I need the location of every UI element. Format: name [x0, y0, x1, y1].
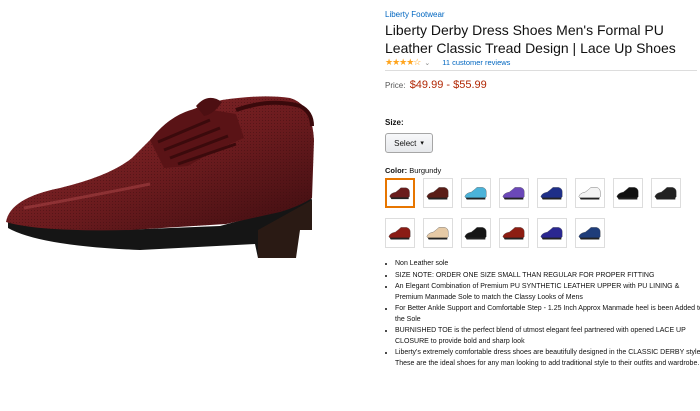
color-label: Color:: [385, 166, 408, 175]
color-swatch[interactable]: [423, 218, 453, 248]
shoe-thumbnail-icon: [389, 187, 410, 200]
shoe-thumbnail-icon: [464, 227, 487, 240]
shoe-thumbnail-icon: [502, 187, 525, 200]
shoe-thumbnail-icon: [654, 187, 677, 200]
color-swatch[interactable]: [499, 218, 529, 248]
shoe-thumbnail-icon: [540, 187, 563, 200]
color-swatch[interactable]: [499, 178, 529, 208]
color-swatch[interactable]: [613, 178, 643, 208]
price-label: Price:: [385, 81, 406, 90]
size-dropdown[interactable]: Select ▾: [385, 133, 433, 153]
feature-bullet: For Better Ankle Support and Comfortable…: [395, 304, 700, 325]
color-swatch[interactable]: [537, 178, 567, 208]
shoe-thumbnail-icon: [426, 227, 449, 240]
chevron-down-icon[interactable]: ⌄: [424, 59, 430, 67]
shoe-thumbnail-icon: [616, 187, 639, 200]
color-value: Burgundy: [409, 166, 442, 175]
color-swatch[interactable]: [651, 178, 681, 208]
shoe-thumbnail-icon: [540, 227, 563, 240]
product-title: Liberty Derby Dress Shoes Men's Formal P…: [385, 22, 676, 56]
divider: [385, 70, 697, 71]
customer-reviews-link[interactable]: 11 customer reviews: [442, 58, 510, 67]
size-label: Size:: [385, 118, 404, 127]
feature-bullet: Non Leather sole: [395, 259, 700, 269]
feature-bullet: An Elegant Combination of Premium PU SYN…: [395, 282, 700, 303]
feature-bullet: SIZE NOTE: ORDER ONE SIZE SMALL THAN REG…: [395, 271, 700, 281]
color-swatch[interactable]: [575, 178, 605, 208]
shoe-thumbnail-icon: [388, 227, 411, 240]
price-row: Price: $49.99 - $55.99: [385, 79, 487, 91]
color-swatch[interactable]: [461, 218, 491, 248]
feature-bullet: Liberty's extremely comfortable dress sh…: [395, 348, 700, 369]
shoe-thumbnail-icon: [426, 187, 449, 200]
feature-bullet: BURNISHED TOE is the perfect blend of ut…: [395, 326, 700, 347]
shoe-thumbnail-icon: [502, 227, 525, 240]
feature-bullets: Non Leather sole SIZE NOTE: ORDER ONE SIZ…: [385, 259, 700, 370]
color-swatch[interactable]: [385, 218, 415, 248]
shoe-thumbnail-icon: [578, 187, 601, 200]
size-select-value: Select: [394, 138, 417, 148]
chevron-down-icon: ▾: [420, 140, 424, 147]
rating-row: ★★★★☆ ⌄ 11 customer reviews: [385, 57, 510, 68]
star-rating-icon[interactable]: ★★★★☆: [385, 57, 421, 68]
shoe-thumbnail-icon: [578, 227, 601, 240]
color-swatch[interactable]: [385, 178, 415, 208]
color-swatch[interactable]: [537, 218, 567, 248]
color-swatch[interactable]: [423, 178, 453, 208]
price-range: $49.99 - $55.99: [409, 79, 487, 91]
color-swatch[interactable]: [575, 218, 605, 248]
product-image[interactable]: [0, 80, 375, 290]
color-swatch[interactable]: [461, 178, 491, 208]
color-row: Color: Burgundy: [385, 166, 441, 175]
brand-link[interactable]: Liberty Footwear: [385, 10, 445, 19]
shoe-thumbnail-icon: [464, 187, 487, 200]
